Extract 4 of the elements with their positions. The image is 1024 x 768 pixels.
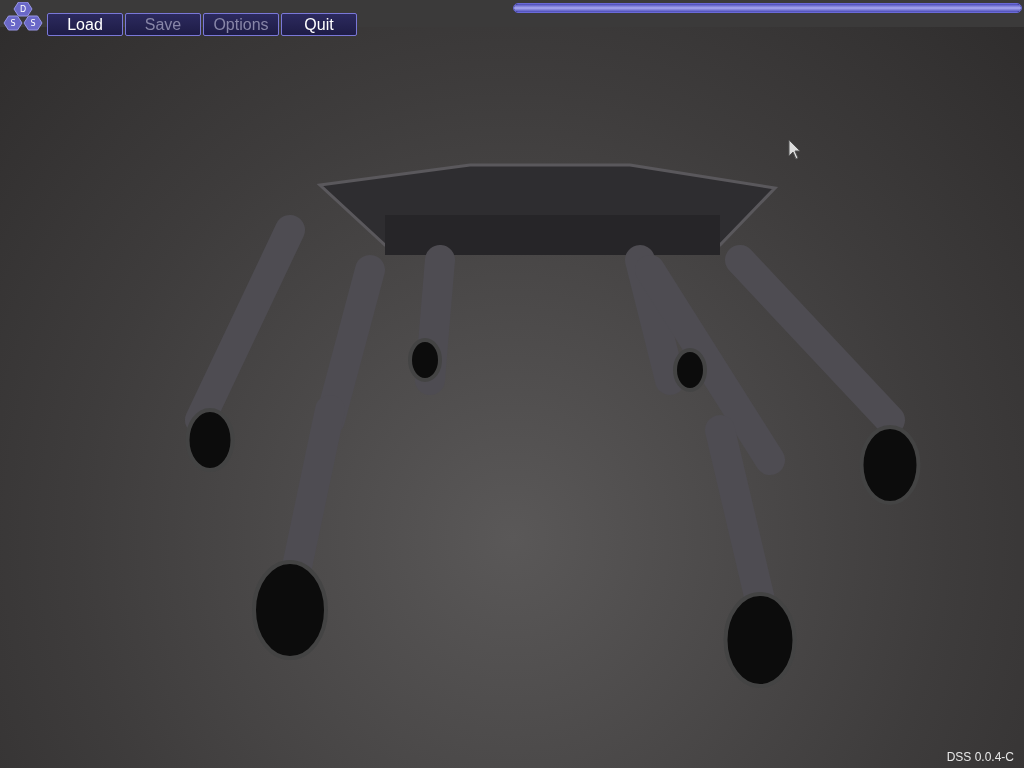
toolbar-button[interactable]: Quit	[281, 13, 357, 36]
mouse-pointer-icon	[788, 139, 802, 161]
version-label: DSS 0.0.4-C	[946, 750, 1014, 764]
toolbar-button[interactable]: Load	[47, 13, 123, 36]
